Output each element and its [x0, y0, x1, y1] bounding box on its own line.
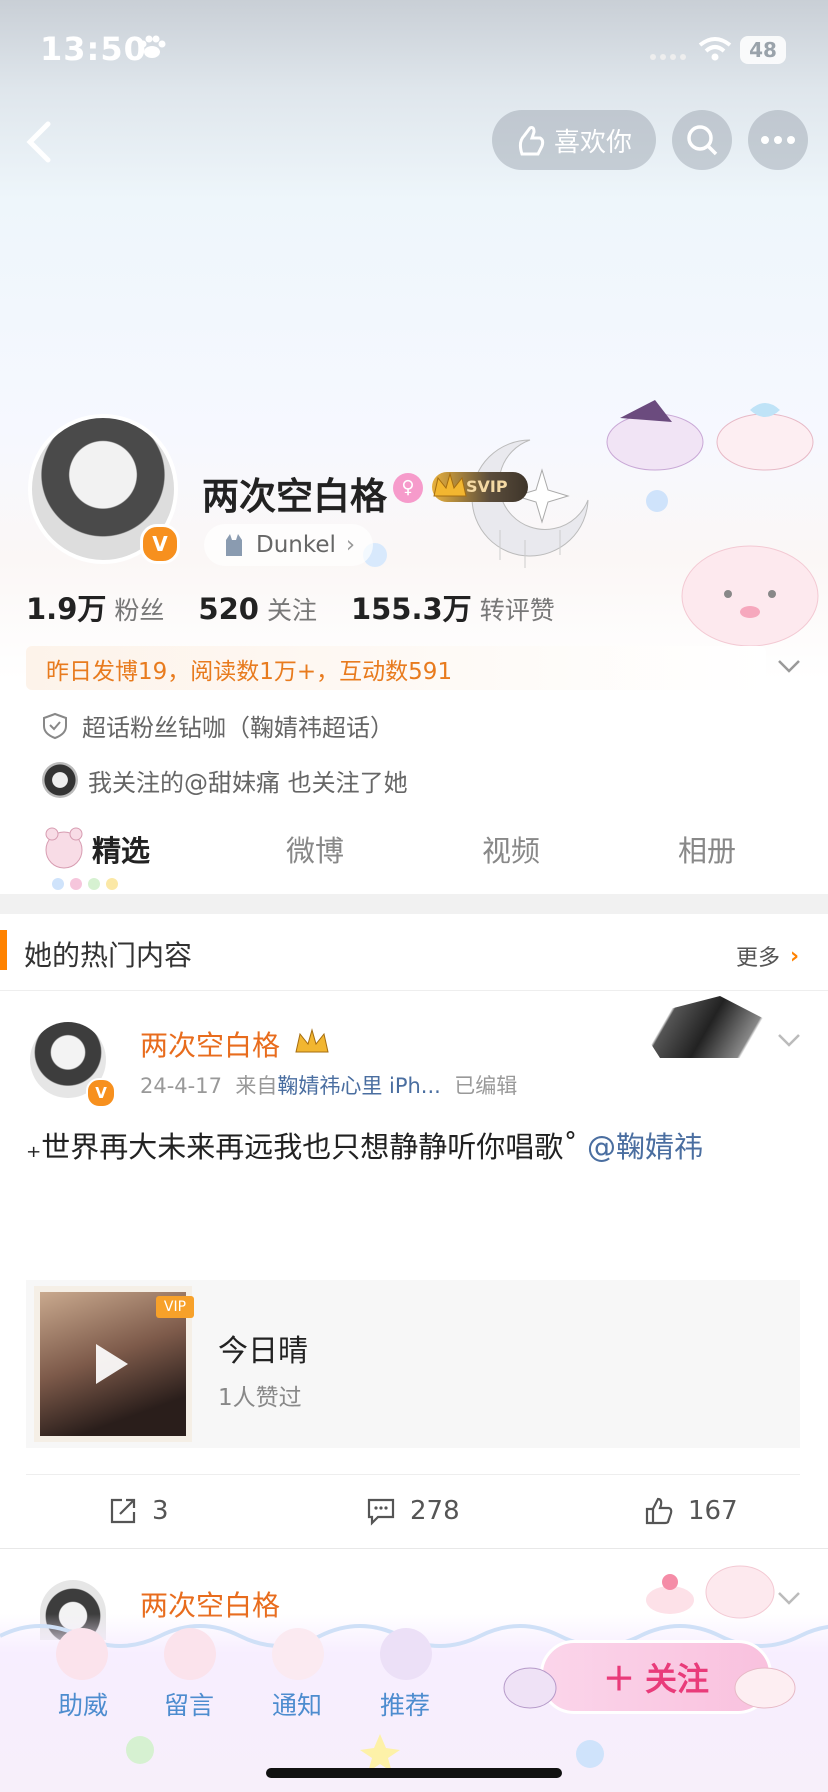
plus-icon: ＋ [602, 1660, 635, 1698]
profile-stats: 1.9万 粉丝 520 关注 155.3万 转评赞 [26, 586, 555, 628]
mutual-follow-row[interactable]: 我关注的@甜妹痛 也关注了她 [42, 762, 408, 798]
like-button[interactable]: 167 [644, 1496, 738, 1526]
comment-count: 278 [410, 1496, 460, 1526]
post-text: ₊世界再大未来再远我也只想静静听你唱歌˚ @鞠婧祎 [26, 1124, 703, 1166]
crown-icon [433, 472, 467, 497]
divider [26, 1474, 800, 1475]
female-icon: ♀ [393, 473, 423, 503]
vip-badge: VIP [156, 1296, 194, 1318]
bottom-tab-recommend[interactable]: 推荐 [380, 1686, 430, 1722]
stat-fans[interactable]: 1.9万 粉丝 [26, 586, 164, 628]
wifi-icon [698, 37, 732, 61]
back-button[interactable] [20, 118, 60, 166]
post-date: 24-4-17 [140, 1074, 222, 1098]
post-edited: 已编辑 [454, 1074, 518, 1098]
bunny-sticker-icon [606, 400, 814, 471]
cat-icon [226, 534, 242, 556]
home-indicator [266, 1768, 562, 1778]
status-time: 13:50 [40, 30, 147, 68]
chevron-down-icon[interactable] [776, 656, 802, 676]
stat-following[interactable]: 520 关注 [198, 591, 317, 627]
puppy-sticker-icon [681, 545, 819, 647]
post-mention[interactable]: @鞠婧祎 [587, 1130, 703, 1164]
chevron-down-icon[interactable] [776, 1030, 802, 1050]
verified-v-badge: V [86, 1078, 116, 1108]
profile-name: 两次空白格 [202, 475, 387, 518]
paw-icon [139, 35, 166, 58]
stat-label: 转评赞 [479, 596, 555, 625]
chevron-right-icon[interactable]: › [790, 944, 799, 969]
bottom-tab-notify[interactable]: 通知 [272, 1686, 322, 1722]
thumbs-up-icon [645, 1497, 673, 1525]
sticker-strip-icon [56, 1628, 432, 1680]
more-dots-icon [761, 136, 795, 144]
bunny-sticker-icon [503, 1667, 557, 1709]
divider [0, 1548, 828, 1549]
more-options-button[interactable] [748, 110, 808, 170]
search-icon [687, 125, 718, 156]
tab-video[interactable]: 视频 [482, 828, 540, 870]
post-body: ₊世界再大未来再远我也只想静静听你唱歌˚ [26, 1130, 588, 1164]
play-icon[interactable] [96, 1344, 128, 1384]
shield-icon [43, 712, 67, 739]
follow-label: 关注 [645, 1660, 710, 1698]
repost-count: 3 [152, 1496, 169, 1526]
like-count: 167 [688, 1496, 738, 1526]
like-you-button[interactable]: 喜欢你 [492, 110, 656, 170]
bunny-sticker-icon [734, 1667, 796, 1709]
tab-weibo[interactable]: 微博 [286, 828, 344, 870]
crown-icon [295, 1028, 329, 1053]
activity-summary-text: 昨日发博19，阅读数1万+，互动数591 [46, 659, 453, 685]
stat-number: 520 [198, 592, 259, 626]
stat-label: 关注 [266, 596, 317, 625]
profile-tag-dunkel[interactable]: Dunkel › [204, 524, 374, 566]
cake-sticker-icon [646, 1565, 775, 1619]
post-thumbnail-image[interactable] [648, 996, 768, 1058]
tab-featured[interactable]: 精选 [92, 828, 150, 870]
bottom-tab-cheer[interactable]: 助威 [58, 1686, 108, 1722]
stat-label: 粉丝 [114, 596, 165, 625]
flower-icon [646, 490, 668, 512]
verified-v-badge: V [140, 524, 180, 564]
section-divider [0, 894, 828, 914]
post-source[interactable]: 鞠婧祎心里 iPh... [277, 1074, 441, 1098]
chevron-right-icon: › [345, 532, 356, 558]
post-meta: 24-4-17 来自鞠婧祎心里 iPh... 已编辑 [140, 1070, 517, 1100]
signal-icon [650, 54, 686, 60]
music-likes: 1人赞过 [218, 1385, 302, 1411]
search-button[interactable] [672, 110, 732, 170]
hand-heart-icon [518, 126, 545, 156]
bottom-tab-message[interactable]: 留言 [164, 1686, 214, 1722]
post-author-name[interactable]: 两次空白格 [140, 1024, 280, 1064]
battery-indicator: 48 [740, 36, 786, 64]
hot-content-title: 她的热门内容 [24, 939, 193, 972]
tab-album[interactable]: 相册 [678, 828, 736, 870]
comment-icon [367, 1498, 395, 1526]
music-title: 今日晴 [218, 1334, 308, 1369]
like-you-label: 喜欢你 [553, 127, 632, 158]
section-accent-bar [0, 930, 7, 970]
stat-interactions[interactable]: 155.3万 转评赞 [351, 586, 555, 628]
mutual-avatar [42, 762, 78, 798]
mutual-follow-label: 我关注的@甜妹痛 也关注了她 [88, 768, 408, 797]
super-topic-label: 超话粉丝钻咖（鞠婧祎超话） [82, 714, 394, 742]
stat-number: 155.3万 [350, 592, 472, 626]
post-source-prefix: 来自 [235, 1074, 278, 1098]
super-topic-row[interactable]: 超话粉丝钻咖（鞠婧祎超话） [42, 708, 394, 743]
stat-number: 1.9万 [26, 592, 107, 626]
share-icon [110, 1498, 136, 1524]
profile-tabs: 精选 微博 视频 相册 [0, 820, 828, 886]
comment-button[interactable]: 278 [366, 1496, 460, 1526]
profile-tag-label: Dunkel [256, 532, 336, 558]
repost-button[interactable]: 3 [108, 1496, 169, 1526]
more-link[interactable]: 更多 [736, 940, 780, 972]
